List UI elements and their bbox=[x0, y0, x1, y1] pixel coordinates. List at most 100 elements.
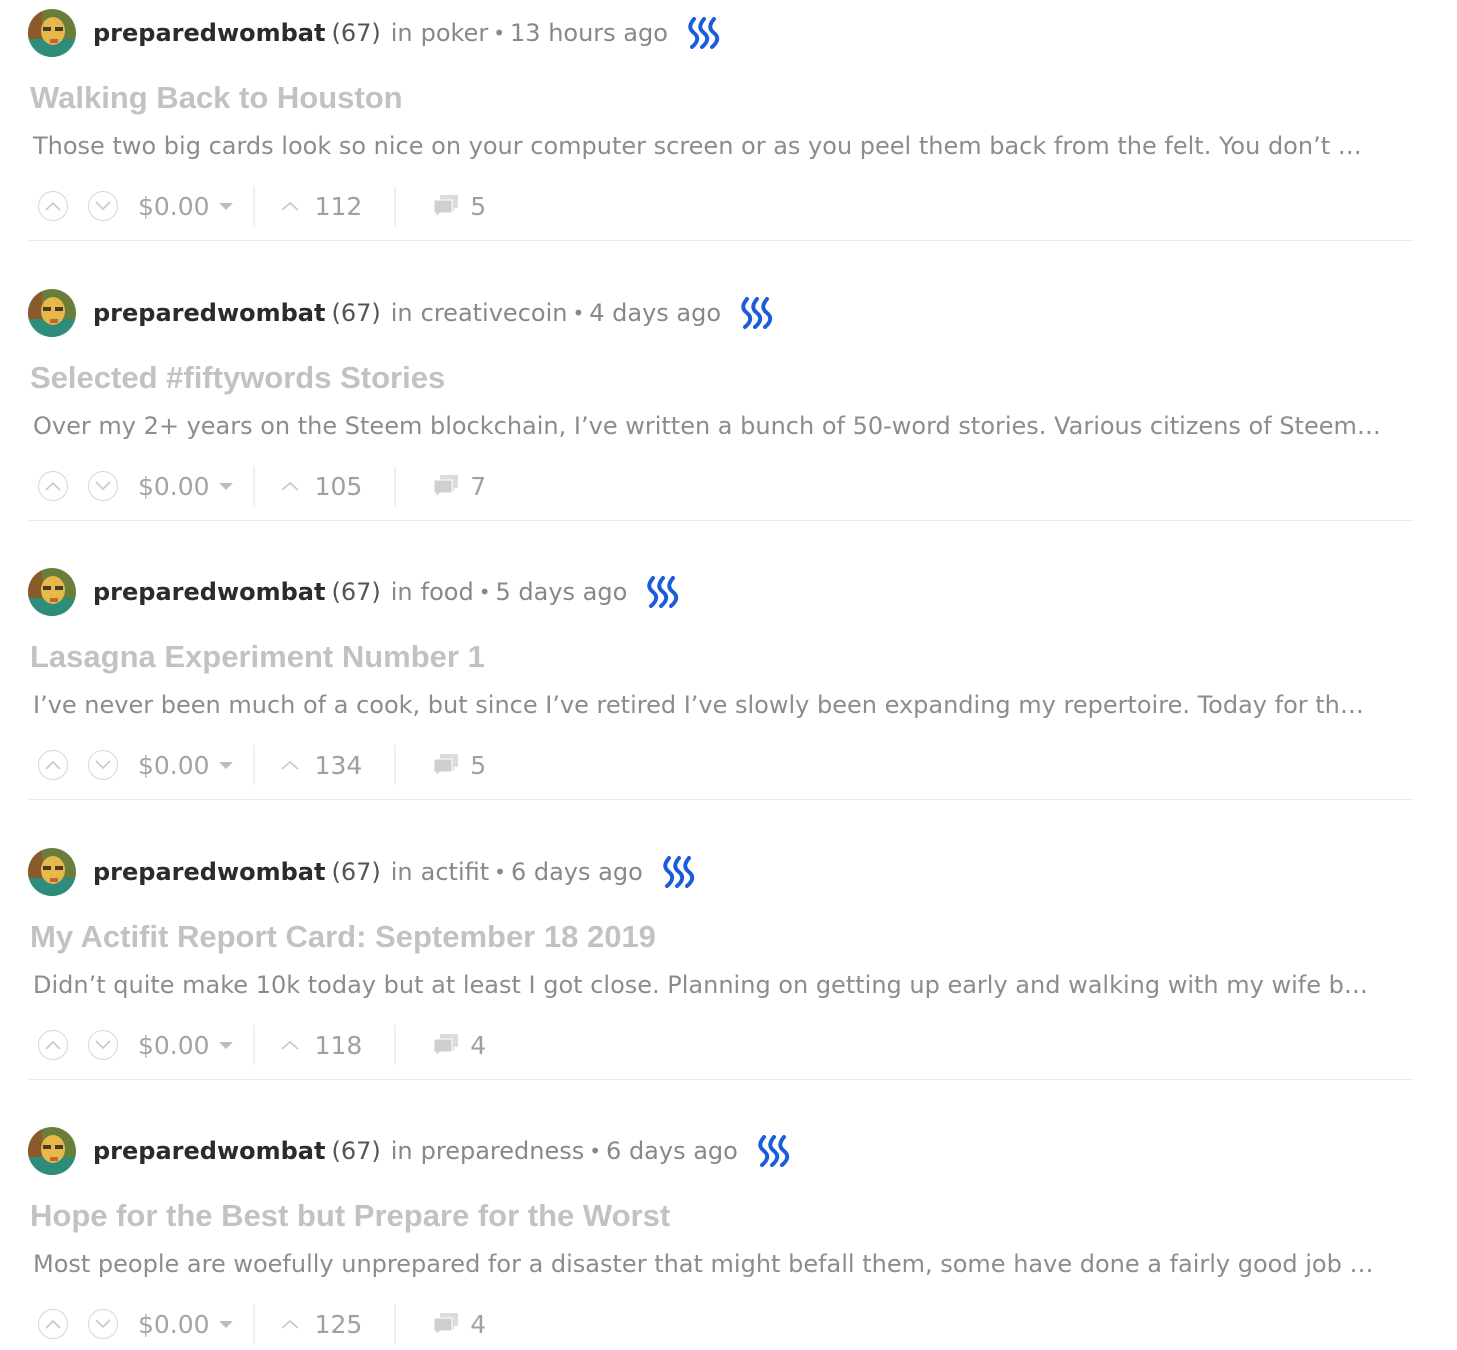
author-link[interactable]: preparedwombat bbox=[93, 19, 325, 47]
downvote-icon[interactable] bbox=[88, 750, 118, 780]
payout-dropdown[interactable]: $0.00 bbox=[138, 1031, 233, 1060]
comments-link[interactable]: 4 bbox=[432, 1310, 486, 1339]
in-label: in bbox=[390, 299, 413, 327]
downvote-icon[interactable] bbox=[88, 1030, 118, 1060]
steem-logo-icon bbox=[741, 297, 773, 329]
separator-dot: • bbox=[572, 301, 585, 325]
category-link[interactable]: preparedness bbox=[421, 1137, 585, 1165]
comments-link[interactable]: 5 bbox=[432, 192, 486, 221]
reputation-score: (67) bbox=[331, 1137, 381, 1165]
post-time[interactable]: 4 days ago bbox=[589, 299, 721, 327]
post-title[interactable]: Hope for the Best but Prepare for the Wo… bbox=[30, 1198, 670, 1234]
post-item: preparedwombat (67) in food • 5 days ago… bbox=[28, 567, 1413, 847]
avatar[interactable] bbox=[28, 9, 76, 57]
downvote-icon[interactable] bbox=[88, 471, 118, 501]
payout-value: $0.00 bbox=[138, 191, 210, 221]
post-item: preparedwombat (67) in creativecoin • 4 … bbox=[28, 288, 1413, 568]
author-link[interactable]: preparedwombat bbox=[93, 858, 325, 886]
payout-dropdown[interactable]: $0.00 bbox=[138, 472, 233, 501]
reputation-score: (67) bbox=[331, 19, 381, 47]
payout-dropdown[interactable]: $0.00 bbox=[138, 192, 233, 221]
comments-icon bbox=[433, 1034, 459, 1058]
divider bbox=[394, 1025, 397, 1065]
voters-count[interactable]: 105 bbox=[281, 471, 363, 501]
post-meta: preparedwombat (67) in preparedness • 6 … bbox=[28, 1126, 792, 1176]
downvote-icon[interactable] bbox=[88, 1309, 118, 1339]
upvote-icon[interactable] bbox=[38, 191, 68, 221]
category-link[interactable]: creativecoin bbox=[421, 299, 568, 327]
comments-count: 5 bbox=[470, 191, 487, 221]
post-meta: preparedwombat (67) in poker • 13 hours … bbox=[28, 8, 722, 58]
chevron-up-icon bbox=[281, 201, 299, 211]
reputation-score: (67) bbox=[331, 299, 381, 327]
payout-value: $0.00 bbox=[138, 471, 210, 501]
post-title[interactable]: Selected #fiftywords Stories bbox=[30, 360, 445, 396]
comments-icon bbox=[433, 475, 459, 499]
voters-count[interactable]: 112 bbox=[281, 191, 363, 221]
post-excerpt[interactable]: Most people are woefully unprepared for … bbox=[33, 1250, 1408, 1278]
comments-count: 4 bbox=[470, 1309, 487, 1339]
divider bbox=[394, 186, 397, 226]
upvote-icon[interactable] bbox=[38, 471, 68, 501]
votes-value: 105 bbox=[314, 471, 363, 501]
category-link[interactable]: poker bbox=[421, 19, 489, 47]
post-divider bbox=[28, 799, 1413, 800]
post-excerpt[interactable]: I’ve never been much of a cook, but sinc… bbox=[33, 691, 1408, 719]
payout-dropdown[interactable]: $0.00 bbox=[138, 1310, 233, 1339]
avatar[interactable] bbox=[28, 1127, 76, 1175]
comments-link[interactable]: 7 bbox=[432, 472, 486, 501]
post-time[interactable]: 6 days ago bbox=[511, 858, 643, 886]
divider bbox=[252, 1304, 255, 1344]
voters-count[interactable]: 118 bbox=[281, 1031, 362, 1060]
author-link[interactable]: preparedwombat bbox=[93, 1137, 325, 1165]
chevron-up-icon bbox=[281, 481, 299, 491]
upvote-icon[interactable] bbox=[38, 1309, 68, 1339]
post-item: preparedwombat (67) in actifit • 6 days … bbox=[28, 847, 1413, 1127]
post-footer: $0.00 112 5 bbox=[28, 180, 486, 232]
steem-logo-icon bbox=[647, 576, 679, 608]
comments-link[interactable]: 5 bbox=[432, 751, 486, 780]
reputation-score: (67) bbox=[331, 858, 381, 886]
payout-dropdown[interactable]: $0.00 bbox=[138, 751, 233, 780]
post-title[interactable]: Walking Back to Houston bbox=[30, 80, 403, 116]
post-excerpt[interactable]: Didn’t quite make 10k today but at least… bbox=[33, 971, 1408, 999]
separator-dot: • bbox=[494, 860, 506, 884]
payout-value: $0.00 bbox=[138, 1309, 210, 1339]
category-link[interactable]: food bbox=[421, 578, 474, 606]
post-time[interactable]: 13 hours ago bbox=[510, 19, 668, 47]
post-footer: $0.00 118 4 bbox=[28, 1019, 486, 1071]
post-excerpt[interactable]: Those two big cards look so nice on your… bbox=[33, 132, 1408, 160]
chevron-up-icon bbox=[281, 1040, 299, 1050]
post-title[interactable]: My Actifit Report Card: September 18 201… bbox=[30, 919, 656, 955]
avatar[interactable] bbox=[28, 289, 76, 337]
post-time[interactable]: 5 days ago bbox=[496, 578, 628, 606]
divider bbox=[252, 186, 255, 226]
comments-icon bbox=[433, 754, 459, 778]
reputation-score: (67) bbox=[331, 578, 381, 606]
author-link[interactable]: preparedwombat bbox=[93, 299, 325, 327]
comments-icon bbox=[433, 195, 459, 219]
avatar[interactable] bbox=[28, 848, 76, 896]
divider bbox=[394, 466, 397, 506]
separator-dot: • bbox=[478, 580, 491, 604]
votes-value: 112 bbox=[314, 191, 363, 221]
downvote-icon[interactable] bbox=[88, 191, 118, 221]
category-link[interactable]: actifit bbox=[421, 858, 490, 886]
comments-link[interactable]: 4 bbox=[432, 1031, 486, 1060]
post-divider bbox=[28, 1079, 1413, 1080]
voters-count[interactable]: 134 bbox=[281, 751, 362, 780]
voters-count[interactable]: 125 bbox=[281, 1309, 363, 1339]
post-time[interactable]: 6 days ago bbox=[606, 1137, 738, 1165]
upvote-icon[interactable] bbox=[38, 750, 68, 780]
votes-value: 125 bbox=[314, 1309, 363, 1339]
divider bbox=[394, 745, 397, 785]
post-title[interactable]: Lasagna Experiment Number 1 bbox=[30, 639, 485, 675]
post-excerpt[interactable]: Over my 2+ years on the Steem blockchain… bbox=[33, 412, 1408, 440]
avatar[interactable] bbox=[28, 568, 76, 616]
author-link[interactable]: preparedwombat bbox=[93, 578, 325, 606]
upvote-icon[interactable] bbox=[38, 1030, 68, 1060]
steem-logo-icon bbox=[758, 1135, 790, 1167]
divider bbox=[394, 1304, 397, 1344]
post-divider bbox=[28, 520, 1413, 521]
post-meta: preparedwombat (67) in creativecoin • 4 … bbox=[28, 288, 775, 338]
